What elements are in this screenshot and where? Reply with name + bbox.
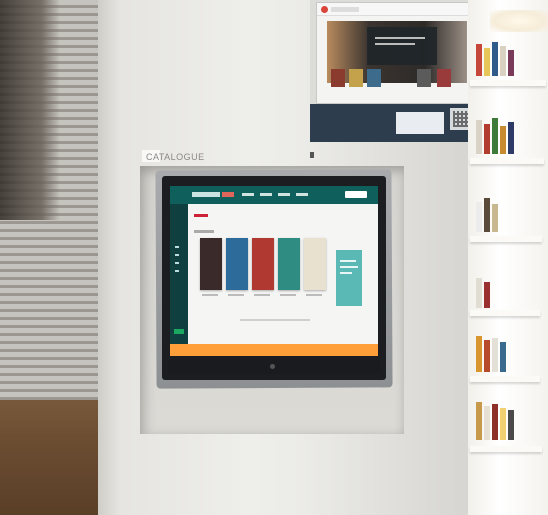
book-spine (484, 406, 490, 440)
book-caption (228, 294, 244, 296)
book-spine (476, 44, 482, 76)
poster-pill (331, 7, 359, 12)
book-spine (500, 126, 506, 154)
book-spine (508, 50, 514, 76)
shelf-board (470, 80, 546, 86)
screen-footer-bar (170, 344, 378, 356)
sidebar-button[interactable] (174, 329, 184, 334)
top-poster (316, 2, 478, 104)
book-spine (484, 198, 490, 232)
book-spine (484, 282, 490, 308)
sidebar-item[interactable] (175, 262, 179, 264)
poster-card-line (375, 43, 415, 45)
promo-line (340, 266, 358, 268)
book-spine (500, 46, 506, 76)
library-scene: CATALOGUE (0, 0, 548, 515)
book-cover[interactable] (226, 238, 248, 290)
book-spine (492, 118, 498, 154)
screen-logo[interactable] (192, 192, 220, 197)
poster-thumb (331, 69, 345, 87)
qr-panel (310, 104, 476, 142)
poster-thumb (437, 69, 451, 87)
book-spine (476, 336, 482, 372)
row-label (194, 230, 214, 233)
book-spine (492, 338, 498, 372)
book-cover[interactable] (200, 238, 222, 290)
book-caption (306, 294, 322, 296)
power-button-icon[interactable] (270, 364, 275, 369)
nav-link[interactable] (296, 193, 308, 196)
book-spine (508, 410, 514, 440)
pillar-edge (98, 0, 120, 515)
book-spine (484, 48, 490, 76)
book-caption (202, 294, 218, 296)
wall-shadow (0, 0, 60, 220)
poster-card (367, 27, 437, 65)
book-cover[interactable] (278, 238, 300, 290)
book-spine (508, 122, 514, 154)
book-spine (476, 120, 482, 154)
book-spine (476, 278, 482, 308)
sidebar-item[interactable] (175, 246, 179, 248)
qr-panel-text (396, 112, 444, 134)
book-spine (476, 402, 482, 440)
book-spine (492, 404, 498, 440)
book-spine (476, 202, 482, 232)
nav-link[interactable] (242, 193, 254, 196)
logo-icon (321, 6, 328, 13)
book-spine (492, 42, 498, 76)
book-caption (280, 294, 296, 296)
poster-thumb (417, 69, 431, 87)
book-spine (500, 342, 506, 372)
sidebar-item[interactable] (175, 270, 179, 272)
book-spine (484, 340, 490, 372)
catalogue-sign: CATALOGUE (146, 152, 205, 162)
info-plaque (304, 148, 390, 162)
shelf-board (470, 310, 540, 316)
book-spine (484, 124, 490, 154)
book-cover[interactable] (304, 238, 326, 290)
book-spine (492, 204, 498, 232)
poster-thumb (367, 69, 381, 87)
sidebar-item[interactable] (175, 254, 179, 256)
screen-sidebar[interactable] (170, 204, 188, 356)
book-cover[interactable] (252, 238, 274, 290)
book-caption (254, 294, 270, 296)
shelf-board (470, 446, 542, 452)
catalogue-screen[interactable] (170, 186, 378, 356)
sign-in-button[interactable] (345, 191, 367, 198)
book-spine (500, 408, 506, 440)
promo-line (340, 272, 352, 274)
promo-line (340, 260, 356, 262)
shelf-board (470, 158, 544, 164)
poster-thumb (349, 69, 363, 87)
footer-text (240, 319, 310, 321)
shelf-board (470, 236, 542, 242)
screen-navbar[interactable] (170, 186, 378, 204)
ceiling-light (490, 10, 548, 32)
shelf-board (470, 376, 540, 382)
nav-link[interactable] (278, 193, 290, 196)
screen-tag (222, 192, 234, 197)
poster-card-line (375, 37, 425, 39)
nav-link[interactable] (260, 193, 272, 196)
promo-panel[interactable] (336, 250, 362, 306)
poster-header (317, 3, 477, 16)
section-label (194, 214, 208, 217)
